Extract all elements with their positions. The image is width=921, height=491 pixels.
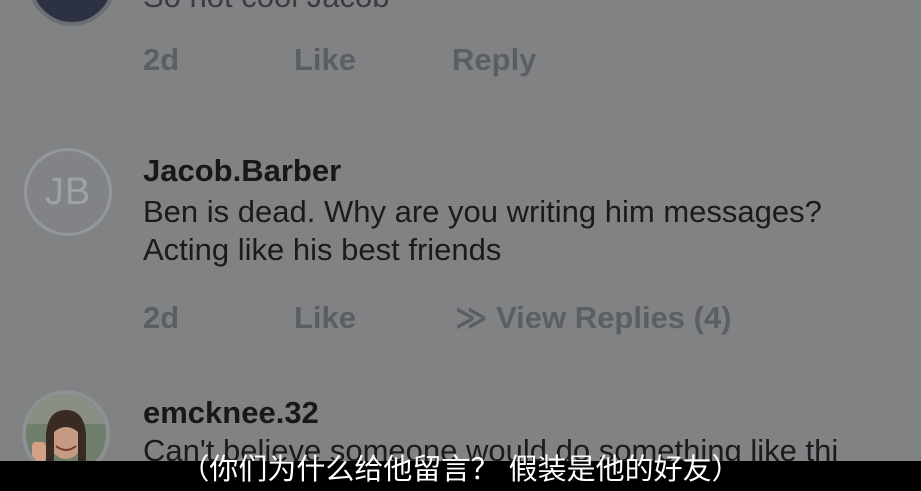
- reply-button[interactable]: Reply: [452, 42, 536, 78]
- timestamp: 2d: [143, 300, 180, 335]
- like-button[interactable]: Like: [294, 300, 356, 336]
- comment-text-line1: Ben is dead. Why are you writing him mes…: [143, 194, 822, 229]
- subtitle: （你们为什么给他留言？ 假装是他的好友）: [180, 452, 741, 486]
- avatar[interactable]: JB: [24, 148, 112, 236]
- like-button[interactable]: Like: [294, 42, 356, 78]
- comment-text: So hot cool Jacob: [143, 0, 389, 16]
- comment-text-line2: Acting like his best friends: [143, 232, 502, 267]
- avatar-initials: JB: [44, 170, 92, 213]
- username[interactable]: Jacob.Barber: [143, 153, 341, 189]
- timestamp: 2d: [143, 42, 180, 77]
- username[interactable]: emcknee.32: [143, 395, 319, 431]
- view-replies-button[interactable]: ≫ View Replies (4): [455, 300, 732, 336]
- avatar[interactable]: [28, 0, 116, 26]
